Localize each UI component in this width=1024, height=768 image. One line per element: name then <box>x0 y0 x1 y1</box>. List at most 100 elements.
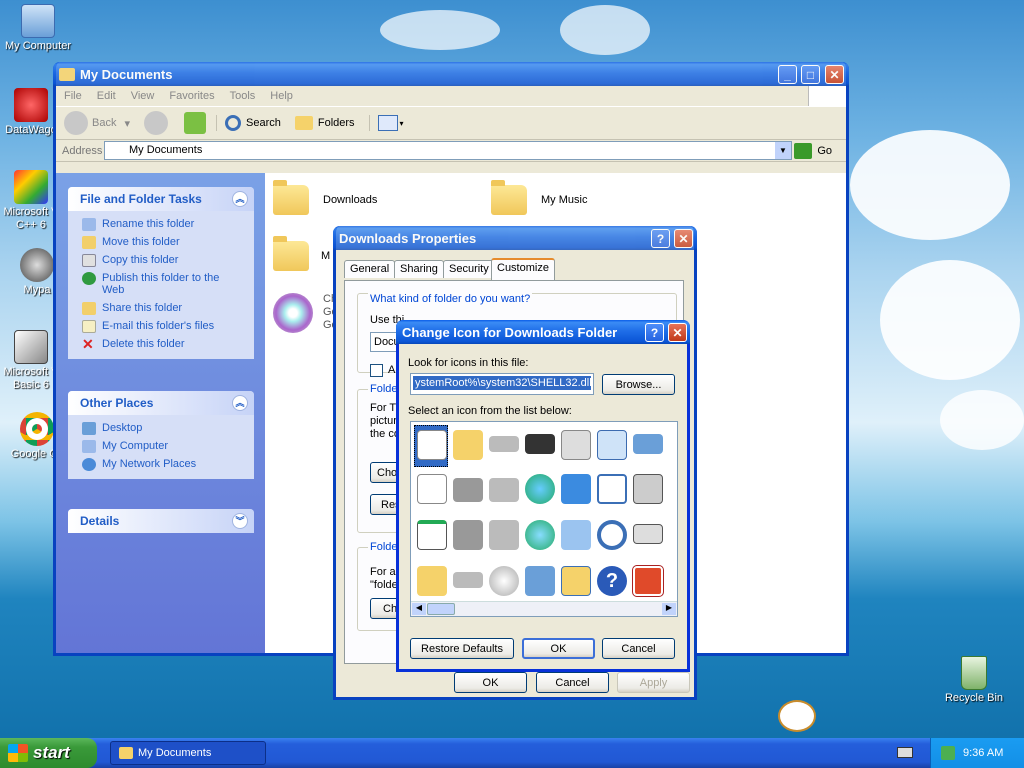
search-button[interactable]: Search <box>216 115 281 131</box>
task-email[interactable]: E-mail this folder's files <box>80 317 242 335</box>
menu-file[interactable]: File <box>64 90 82 102</box>
menu-view[interactable]: View <box>131 90 155 102</box>
properties-ok-button[interactable]: OK <box>454 672 527 693</box>
icon-folder-small[interactable] <box>417 566 447 596</box>
menu-favorites[interactable]: Favorites <box>169 90 214 102</box>
start-button[interactable]: start <box>0 738 97 768</box>
visual-cpp-icon <box>14 170 48 204</box>
places-panel-header[interactable]: Other Places ︽ <box>68 391 254 415</box>
icon-check-doc[interactable] <box>597 474 627 504</box>
icon-net-disk[interactable] <box>489 478 519 502</box>
icon-list[interactable]: ? ◀ ▶ <box>410 421 678 617</box>
place-network[interactable]: My Network Places <box>80 455 242 473</box>
task-copy[interactable]: Copy this folder <box>80 251 242 269</box>
collapse-icon[interactable]: ︽ <box>232 191 248 207</box>
item-my-pictures[interactable]: M <box>273 236 330 271</box>
icon-drive[interactable] <box>489 436 519 452</box>
restore-defaults-button[interactable]: Restore Defaults <box>410 638 514 659</box>
desktop-icon-recycle-bin[interactable]: Recycle Bin <box>937 656 1011 705</box>
item-my-music[interactable]: My Music <box>491 180 587 215</box>
desktop-icon-my-computer[interactable]: My Computer <box>1 4 75 53</box>
icon-monitor-globe[interactable] <box>561 474 591 504</box>
icon-network[interactable] <box>561 520 591 550</box>
clock[interactable]: 9:36 AM <box>963 747 1003 759</box>
icon-text-doc[interactable] <box>417 474 447 504</box>
icon-speaker[interactable] <box>633 474 663 504</box>
maximize-button[interactable]: □ <box>801 65 820 84</box>
menu-tools[interactable]: Tools <box>230 90 256 102</box>
close-button[interactable]: ✕ <box>668 323 687 342</box>
folders-button[interactable]: Folders <box>294 116 355 130</box>
back-button[interactable]: Back ▾ <box>64 111 130 135</box>
icon-window[interactable] <box>633 434 663 454</box>
place-my-computer[interactable]: My Computer <box>80 437 242 455</box>
help-icon[interactable]: ? <box>597 566 627 596</box>
icon-printer[interactable] <box>561 430 591 460</box>
icon-run[interactable] <box>633 524 663 544</box>
taskbar-button-my-documents[interactable]: My Documents <box>110 741 266 765</box>
icon-save-drive[interactable] <box>453 520 483 550</box>
scroll-left-button[interactable]: ◀ <box>412 603 426 615</box>
icon-control-panel[interactable] <box>561 566 591 596</box>
close-button[interactable]: ✕ <box>825 65 844 84</box>
up-folder-button[interactable] <box>184 112 206 134</box>
tab-security[interactable]: Security <box>443 260 495 278</box>
minimize-button[interactable]: _ <box>778 65 797 84</box>
expand-icon[interactable]: ︾ <box>232 513 248 529</box>
task-move[interactable]: Move this folder <box>80 233 242 251</box>
explorer-titlebar[interactable]: My Documents _ □ ✕ <box>53 62 849 86</box>
forward-button[interactable] <box>144 111 168 135</box>
task-share[interactable]: Share this folder <box>80 299 242 317</box>
place-desktop[interactable]: Desktop <box>80 419 242 437</box>
details-panel-header[interactable]: Details ︾ <box>68 509 254 533</box>
tab-customize[interactable]: Customize <box>491 258 555 280</box>
item-downloads[interactable]: Downloads <box>273 180 377 215</box>
icon-globe[interactable] <box>525 474 555 504</box>
icon-list-scrollbar[interactable]: ◀ ▶ <box>411 601 677 616</box>
icon-scheduled[interactable] <box>597 430 627 460</box>
icon-doc[interactable] <box>417 430 447 460</box>
ok-button[interactable]: OK <box>522 638 595 659</box>
icon-file-input[interactable]: ystemRoot%\system32\SHELL32.dll <box>410 373 594 395</box>
icon-folder[interactable] <box>453 430 483 460</box>
also-apply-checkbox[interactable] <box>370 364 383 377</box>
go-button[interactable]: Go <box>794 142 832 159</box>
browse-button[interactable]: Browse... <box>602 374 675 395</box>
menu-help[interactable]: Help <box>270 90 293 102</box>
address-input[interactable]: My Documents ▼ <box>104 141 792 160</box>
address-dropdown-button[interactable]: ▼ <box>775 142 791 159</box>
properties-cancel-button[interactable]: Cancel <box>536 672 609 693</box>
item-cd[interactable]: Ch Go Go <box>273 293 338 333</box>
task-delete[interactable]: ✕ Delete this folder <box>80 335 242 353</box>
change-icon-titlebar[interactable]: Change Icon for Downloads Folder ? ✕ <box>396 320 690 344</box>
help-button[interactable]: ? <box>651 229 670 248</box>
scroll-thumb[interactable] <box>427 603 455 615</box>
help-button[interactable]: ? <box>645 323 664 342</box>
power-icon[interactable] <box>632 565 664 597</box>
sheep-icon[interactable] <box>778 700 816 732</box>
keyboard-icon[interactable] <box>897 747 913 758</box>
icon-hdd[interactable] <box>453 572 483 588</box>
cancel-button[interactable]: Cancel <box>602 638 675 659</box>
collapse-icon[interactable]: ︽ <box>232 395 248 411</box>
icon-search[interactable] <box>597 520 627 550</box>
tasks-panel-header[interactable]: File and Folder Tasks ︽ <box>68 187 254 211</box>
icon-disconnected-drive[interactable] <box>489 520 519 550</box>
icon-chip[interactable] <box>525 434 555 454</box>
close-button[interactable]: ✕ <box>674 229 693 248</box>
menu-edit[interactable]: Edit <box>97 90 116 102</box>
properties-apply-button[interactable]: Apply <box>617 672 690 693</box>
icon-computer[interactable] <box>525 566 555 596</box>
task-publish[interactable]: Publish this folder to the Web <box>80 269 242 299</box>
icon-app-window[interactable] <box>417 520 447 550</box>
tab-sharing[interactable]: Sharing <box>394 260 444 278</box>
scroll-right-button[interactable]: ▶ <box>662 603 676 615</box>
properties-titlebar[interactable]: Downloads Properties ? ✕ <box>333 226 697 250</box>
views-button[interactable]: ▾ <box>368 115 404 131</box>
icon-cd-drive[interactable] <box>489 566 519 596</box>
tray-app-icon[interactable] <box>941 746 955 760</box>
tab-general[interactable]: General <box>344 260 396 278</box>
task-rename[interactable]: Rename this folder <box>80 215 242 233</box>
icon-network-drive[interactable] <box>453 478 483 502</box>
icon-globe-mouse[interactable] <box>525 520 555 550</box>
